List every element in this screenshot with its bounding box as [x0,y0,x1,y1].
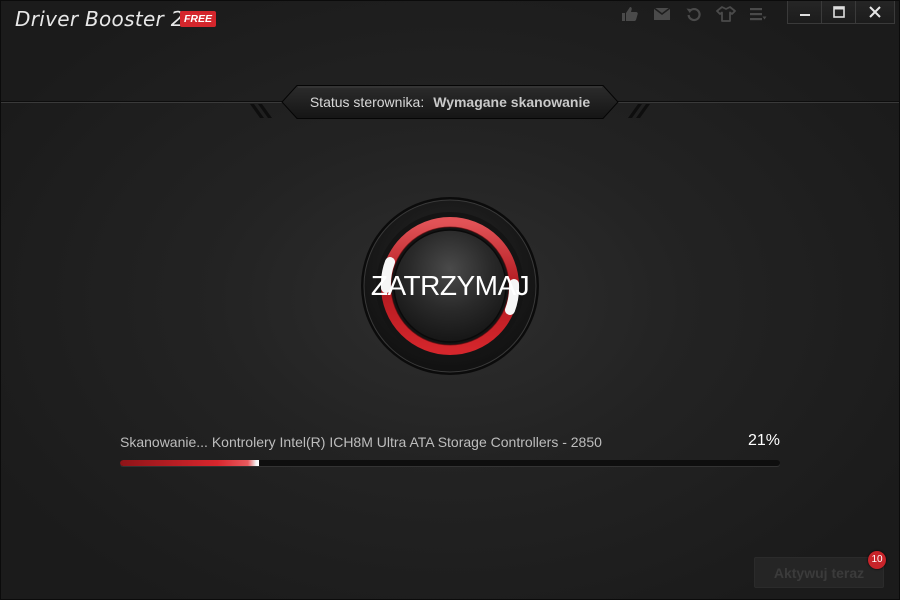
scan-percent: 21% [747,432,780,449]
restore-icon[interactable] [683,5,705,23]
minimize-icon [799,13,810,16]
close-button[interactable] [855,0,895,24]
close-icon [869,5,881,18]
menu-icon[interactable] [747,5,769,23]
progress-fill [120,460,259,466]
toolbar [619,5,769,23]
status-label: Status sterownika: [309,94,425,110]
minimize-button[interactable] [787,0,822,24]
app-window: Driver Booster 2 FREE Status sterownika:… [0,0,900,600]
mail-icon[interactable] [651,5,673,23]
status-plate: Status sterownika: Wymagane skanowanie [281,85,619,119]
stop-label: ZATRZYMAJ [370,270,530,301]
maximize-icon [832,5,845,18]
edition-badge: FREE [180,11,217,27]
shirt-icon[interactable] [715,5,737,23]
scan-status-text: Skanowanie... Kontrolery Intel(R) ICH8M … [120,434,602,450]
app-title: Driver Booster 2 [15,7,184,31]
thumbs-up-icon[interactable] [619,5,641,23]
status-value: Wymagane skanowanie [433,94,591,110]
window-controls [787,0,895,24]
right-slash-decoration [628,104,650,118]
progress-bar [120,460,780,466]
stop-scan-button[interactable]: ZATRZYMAJ [360,196,540,376]
notification-badge: 10 [868,551,886,569]
activate-now-button[interactable]: Aktywuj teraz [754,557,884,588]
maximize-button[interactable] [821,0,856,24]
left-slash-decoration [250,104,272,118]
